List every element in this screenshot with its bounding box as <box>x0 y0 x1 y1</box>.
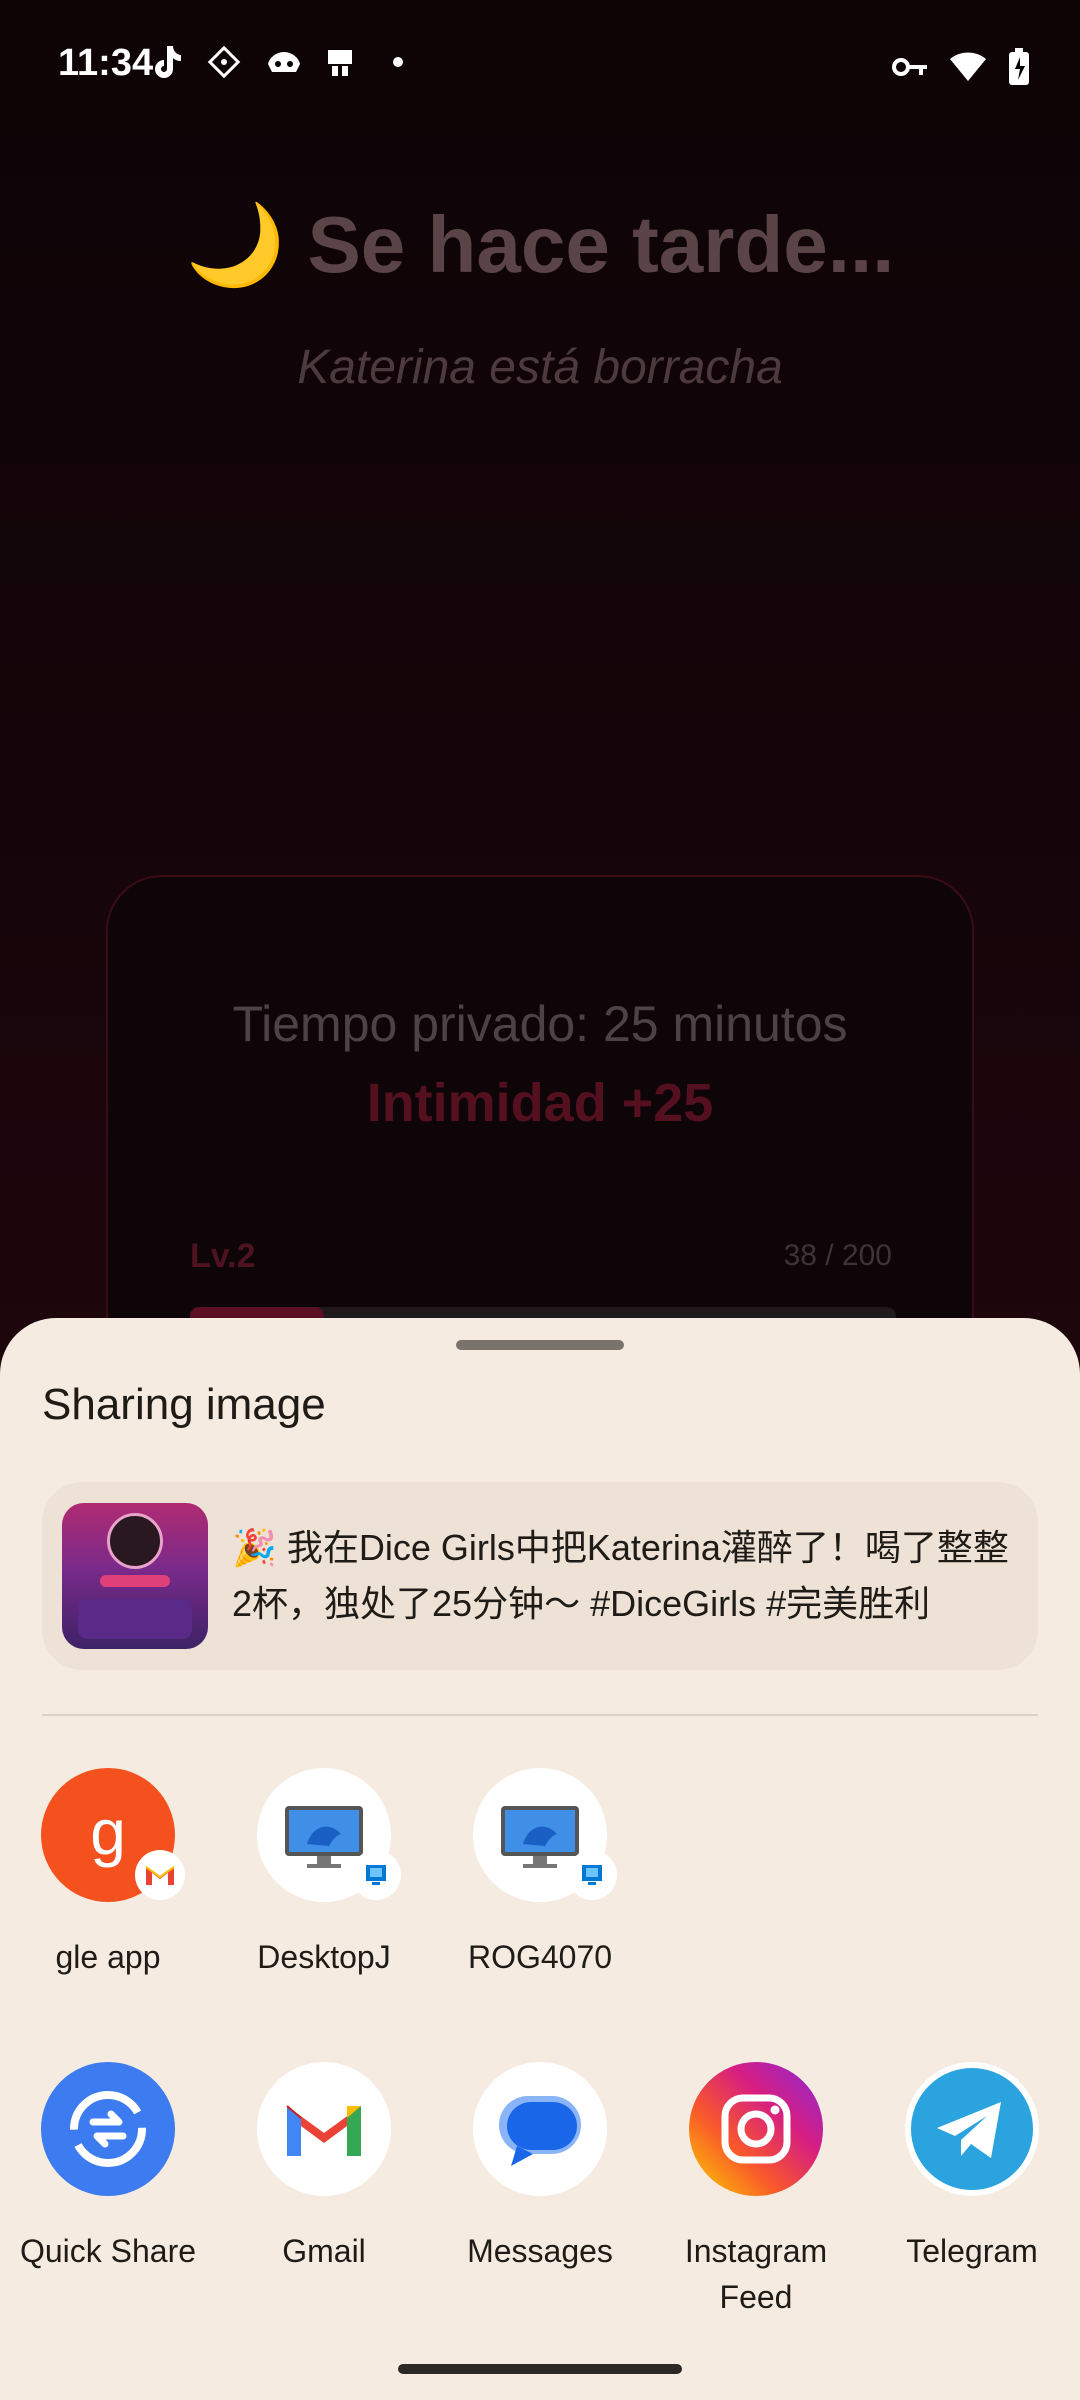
intimacy-text: Intimidad +25 <box>366 1073 714 1133</box>
level-label: Lv.2 <box>190 1237 256 1275</box>
page-title: 🌙 Se hace tarde... <box>0 198 1080 292</box>
thumbnail-pill <box>100 1575 170 1587</box>
app-target-instagram[interactable]: Instagram Feed <box>648 2062 864 2320</box>
desktop-icon <box>257 1768 401 1902</box>
windows-badge-icon <box>351 1850 401 1900</box>
app-target-telegram[interactable]: Telegram <box>864 2062 1080 2274</box>
share-preview: 🎉 我在Dice Girls中把Katerina灌醉了！喝了整整2杯，独处了25… <box>42 1482 1038 1670</box>
tiktok-icon <box>148 44 184 80</box>
grid-app-icon <box>206 44 242 80</box>
windows-badge-icon <box>567 1850 617 1900</box>
game-app-icon <box>264 44 300 80</box>
app-target-messages[interactable]: Messages <box>432 2062 648 2274</box>
preview-text: 🎉 我在Dice Girls中把Katerina灌醉了！喝了整整2杯，独处了25… <box>232 1527 1009 1624</box>
target-label: DesktopJ <box>257 1939 391 1975</box>
private-time-text: Tiempo privado: 25 minutos <box>232 996 848 1052</box>
target-label: ROG4070 <box>467 1939 613 1975</box>
wifi-icon <box>948 51 988 88</box>
gmail-icon <box>257 2062 391 2196</box>
notification-app-icon <box>322 44 358 80</box>
drag-handle[interactable] <box>456 1340 624 1350</box>
app-label: Instagram Feed <box>684 2233 828 2315</box>
preview-thumbnail <box>62 1503 208 1649</box>
status-right-icons <box>892 48 1030 91</box>
app-target-quick-share[interactable]: Quick Share <box>0 2062 216 2274</box>
gmail-badge-icon <box>135 1850 185 1900</box>
status-bar: 11:34 <box>0 0 1080 135</box>
share-sheet: Sharing image 🎉 我在Dice Girls中把Katerina灌醉… <box>0 1318 1080 2400</box>
app-label: Messages <box>467 2233 613 2269</box>
instagram-icon <box>689 2062 823 2196</box>
moon-icon: 🌙 <box>185 200 286 289</box>
vpn-key-icon <box>892 54 928 85</box>
telegram-icon <box>905 2062 1039 2196</box>
app-label: Telegram <box>906 2233 1038 2269</box>
target-label: gle app <box>55 1939 161 1975</box>
app-label: Quick Share <box>19 2233 197 2269</box>
status-left-icons <box>148 44 416 80</box>
sheet-title: Sharing image <box>42 1380 326 1429</box>
divider <box>42 1714 1038 1716</box>
desktop-icon <box>473 1768 617 1902</box>
dot-icon <box>380 44 416 80</box>
svg-text:g: g <box>90 1796 126 1868</box>
thumbnail-card <box>78 1599 192 1639</box>
messages-icon <box>473 2062 607 2196</box>
page-subtitle: Katerina está borracha <box>297 341 783 394</box>
thumbnail-avatar <box>107 1513 163 1569</box>
quick-share-icon <box>41 2062 175 2196</box>
status-time: 11:34 <box>58 42 154 84</box>
direct-target-rog4070[interactable]: ROG4070 <box>432 1768 648 1980</box>
direct-target-google-app[interactable]: g gle app <box>0 1768 216 1980</box>
page-title-text: Se hace tarde... <box>307 200 895 289</box>
battery-charging-icon <box>1008 48 1030 91</box>
direct-target-desktopj[interactable]: DesktopJ <box>216 1768 432 1980</box>
level-progress-text: 38 / 200 <box>783 1239 892 1272</box>
app-label: Gmail <box>282 2233 366 2269</box>
home-indicator[interactable] <box>398 2364 682 2374</box>
google-app-icon: g <box>41 1768 185 1902</box>
app-target-gmail[interactable]: Gmail <box>216 2062 432 2274</box>
result-card: Tiempo privado: 25 minutos Intimidad +25… <box>106 875 974 1375</box>
